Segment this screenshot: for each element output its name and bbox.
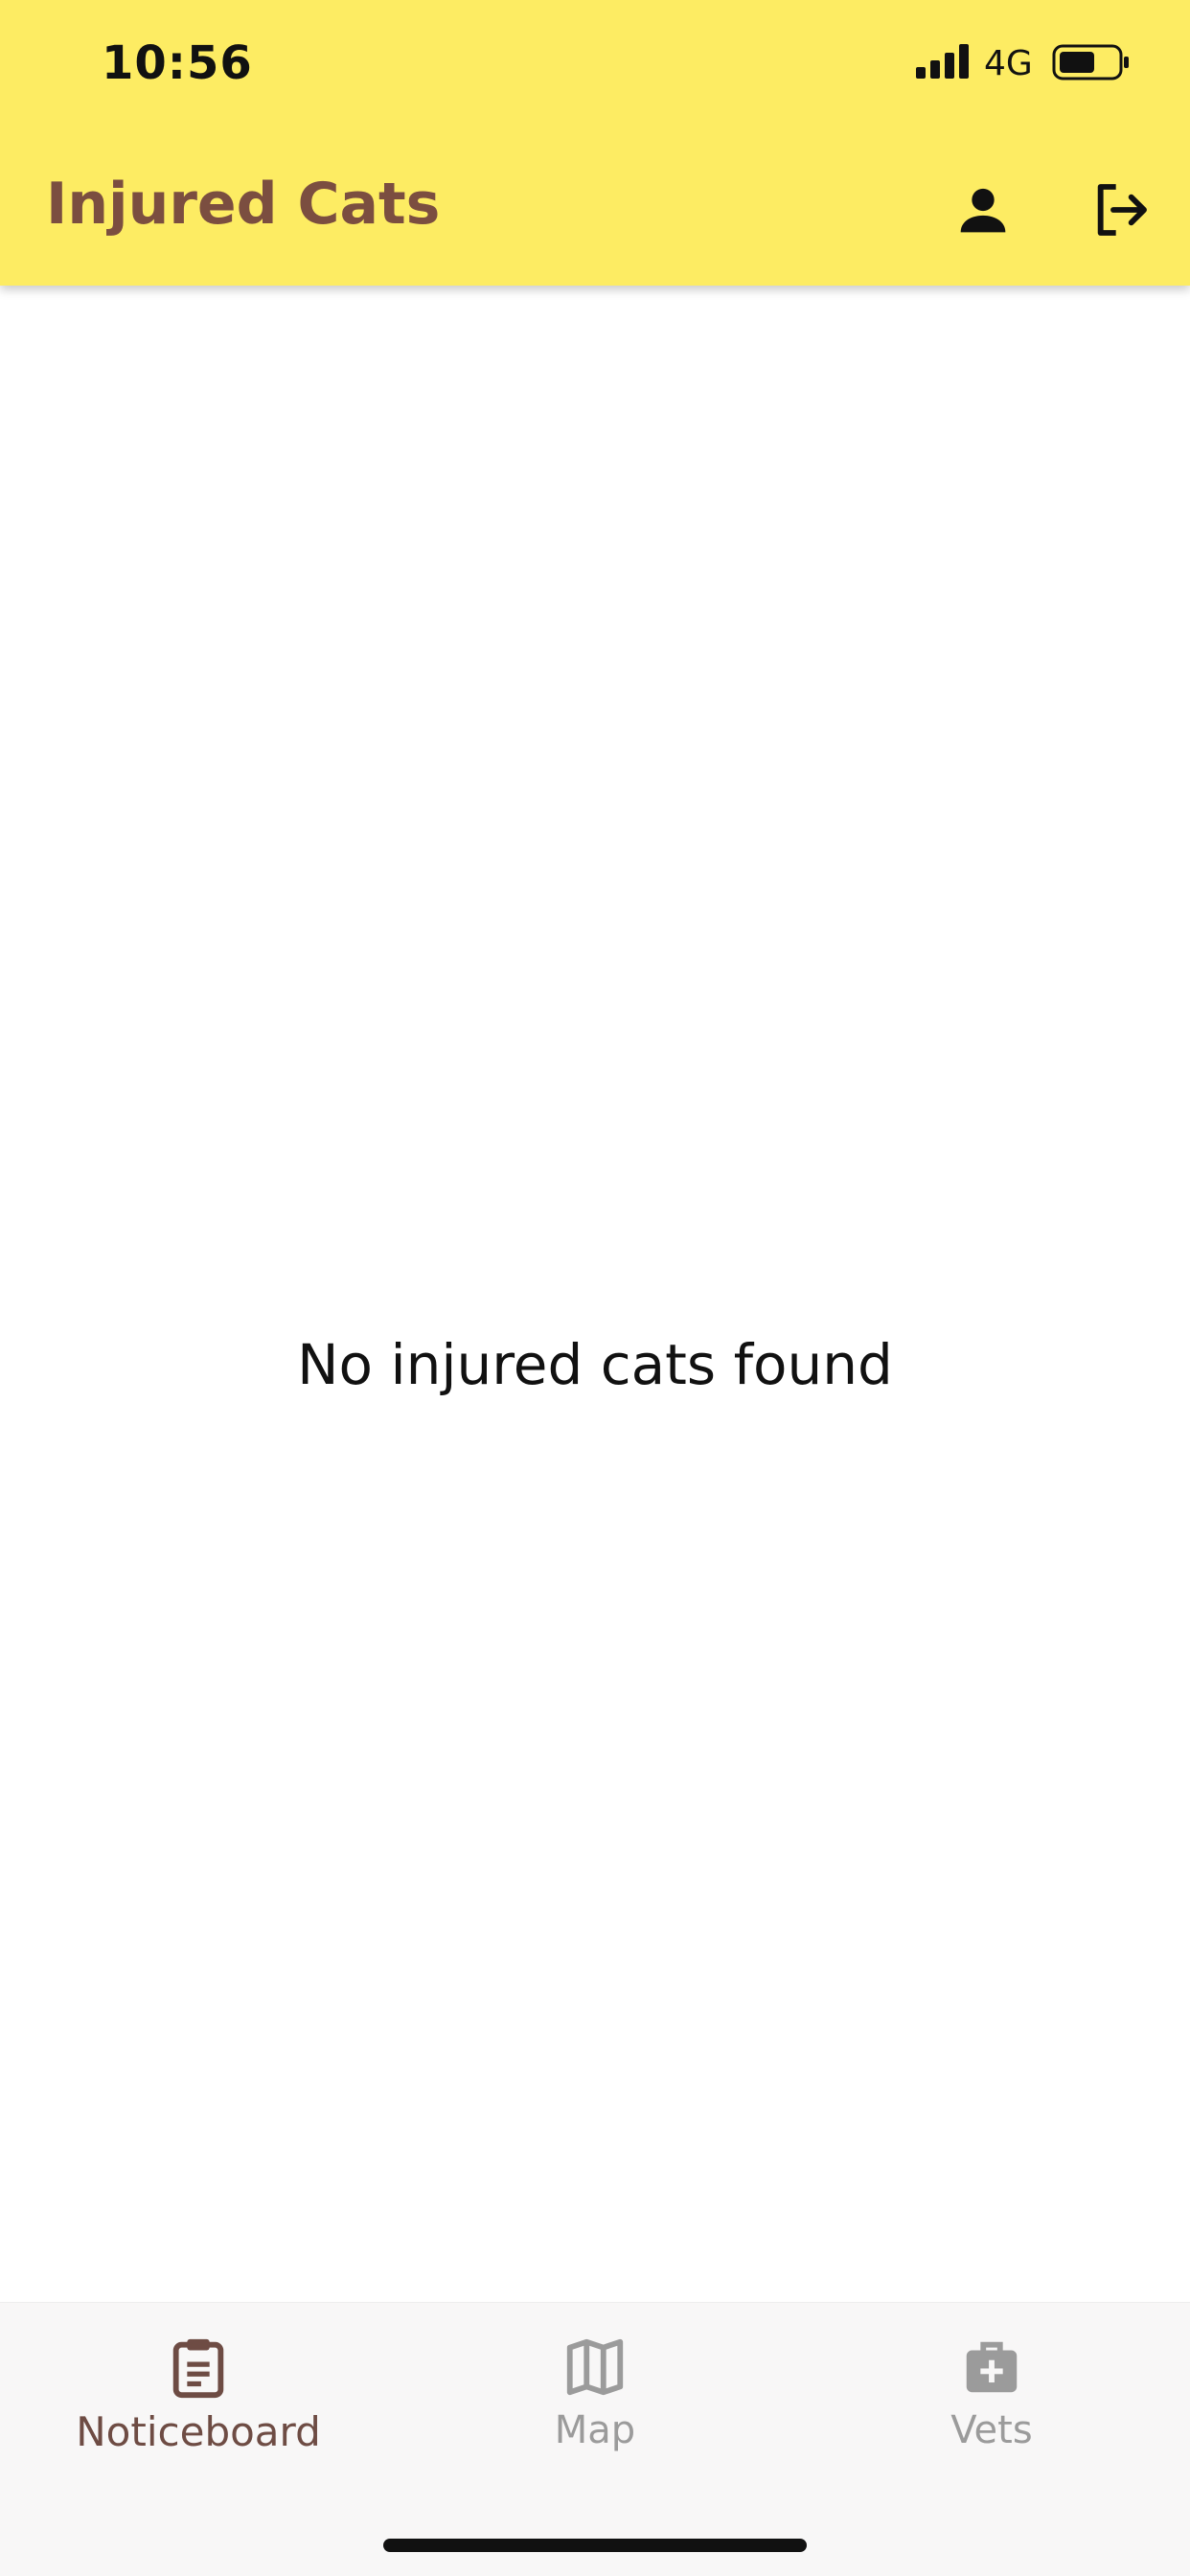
logout-icon xyxy=(1097,184,1147,236)
app-header: 10:56 4G Injured Cats xyxy=(0,0,1190,286)
nav-item-vets[interactable]: Vets xyxy=(793,2322,1190,2466)
nav-label-noticeboard: Noticeboard xyxy=(76,2408,321,2455)
status-time: 10:56 xyxy=(102,36,253,90)
bottom-navigation: Noticeboard Map Vets xyxy=(0,2302,1190,2576)
nav-label-map: Map xyxy=(554,2408,636,2452)
map-icon xyxy=(566,2338,624,2396)
clipboard-icon xyxy=(172,2338,224,2399)
app-title: Injured Cats xyxy=(46,171,441,238)
battery-icon xyxy=(1052,44,1129,80)
empty-state-message: No injured cats found xyxy=(297,1332,893,1397)
medical-kit-icon xyxy=(966,2341,1018,2393)
screen: 10:56 4G Injured Cats No injured cats fo… xyxy=(0,0,1190,2576)
home-indicator xyxy=(383,2539,807,2552)
signal-bars-icon xyxy=(916,44,969,79)
logout-button[interactable] xyxy=(1078,167,1164,253)
nav-item-map[interactable]: Map xyxy=(397,2322,793,2466)
network-type: 4G xyxy=(984,44,1033,83)
profile-button[interactable] xyxy=(940,167,1026,253)
nav-label-vets: Vets xyxy=(950,2408,1033,2452)
person-icon xyxy=(960,188,1006,233)
nav-item-noticeboard[interactable]: Noticeboard xyxy=(0,2322,397,2466)
